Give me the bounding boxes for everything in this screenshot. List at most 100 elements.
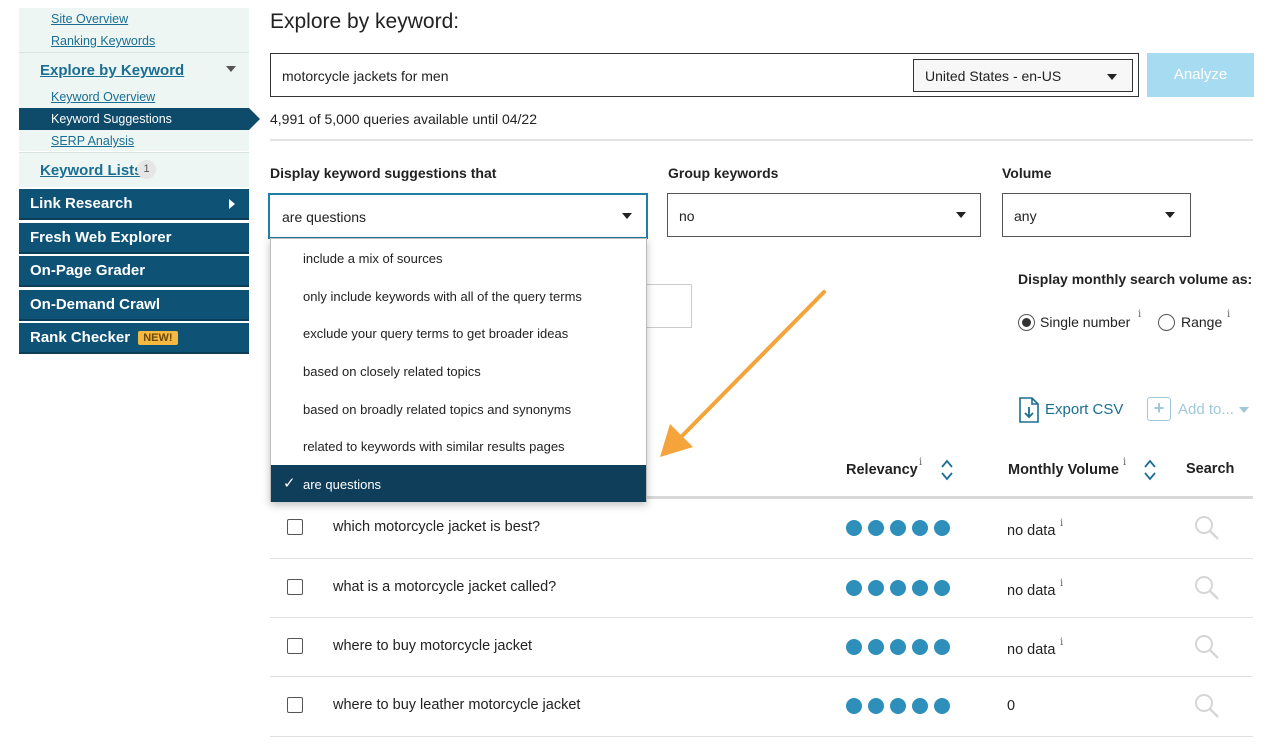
analyze-button[interactable]: Analyze [1147,53,1254,97]
monthly-volume-value: no data [1007,523,1056,539]
menu-item-closely-related[interactable]: based on closely related topics [271,352,646,389]
row-checkbox[interactable] [287,579,303,595]
sidebar-item-ranking-keywords[interactable]: Ranking Keywords [19,30,249,52]
keyword-search-value[interactable]: motorcycle jackets for men [282,68,449,84]
plus-icon: + [1147,397,1171,421]
table-row: which motorcycle jacket is best? no data… [270,498,1253,557]
relevancy-dot [912,580,928,596]
monthly-volume-header[interactable]: Monthly Volume [1008,462,1119,478]
sidebar-link-explore-by-keyword[interactable]: Explore by Keyword [40,62,184,79]
display-suggestions-select[interactable]: are questions [268,193,648,239]
nav-on-page-grader-label: On-Page Grader [30,262,146,279]
range-radio[interactable] [1158,314,1175,331]
menu-item-all-query-terms[interactable]: only include keywords with all of the qu… [271,277,646,314]
sort-icon[interactable] [940,459,954,481]
sidebar-item-keyword-suggestions[interactable]: Keyword Suggestions [19,108,260,130]
menu-item-broader-ideas[interactable]: exclude your query terms to get broader … [271,314,646,351]
chevron-down-icon [1239,407,1249,413]
nav-link-research[interactable]: Link Research [19,189,249,220]
relevancy-dot [912,639,928,655]
single-number-radio[interactable] [1018,314,1035,331]
nav-on-page-grader[interactable]: On-Page Grader [19,256,249,287]
menu-item-mix-of-sources[interactable]: include a mix of sources [271,239,646,276]
keyword-search-input[interactable]: motorcycle jackets for men United States… [270,53,1139,97]
row-checkbox[interactable] [287,697,303,713]
volume-select[interactable]: any [1002,193,1191,237]
sidebar-link-keyword-lists[interactable]: Keyword Lists [40,162,143,179]
nav-fresh-web-explorer-label: Fresh Web Explorer [30,229,172,246]
sidebar-link-site-overview[interactable]: Site Overview [51,12,128,26]
row-checkbox[interactable] [287,519,303,535]
keyword-text: which motorcycle jacket is best? [333,519,541,535]
menu-item-label: include a mix of sources [303,251,443,266]
sidebar-section-explore-by-keyword[interactable]: Explore by Keyword [19,52,249,86]
monthly-volume-value: no data [1007,583,1056,599]
info-icon[interactable]: i [1227,309,1230,320]
relevancy-dot [846,580,862,596]
nav-fresh-web-explorer[interactable]: Fresh Web Explorer [19,223,249,254]
export-csv-label: Export CSV [1045,401,1124,418]
group-keywords-select[interactable]: no [667,193,981,237]
relevancy-dot [890,580,906,596]
search-icon[interactable] [1194,515,1220,541]
relevancy-dot [868,580,884,596]
chevron-down-icon [622,213,632,219]
relevancy-header[interactable]: Relevancy [846,462,918,478]
info-icon[interactable]: i [1060,578,1063,589]
new-badge: NEW! [138,331,178,345]
sidebar-link-ranking-keywords[interactable]: Ranking Keywords [51,34,155,48]
single-number-label[interactable]: Single number [1040,314,1130,330]
nav-rank-checker[interactable]: Rank Checker NEW! [19,323,249,354]
info-icon[interactable]: i [1060,518,1063,529]
sidebar-item-serp-analysis[interactable]: SERP Analysis [19,130,249,151]
chevron-right-icon [229,199,235,209]
sidebar-link-keyword-suggestions[interactable]: Keyword Suggestions [51,112,172,126]
sidebar-section-keyword-lists[interactable]: Keyword Lists 1 [19,152,249,187]
display-suggestions-label: Display keyword suggestions that [270,165,497,181]
nav-on-demand-crawl[interactable]: On-Demand Crawl [19,290,249,321]
sort-icon[interactable] [1143,459,1157,481]
nav-rank-checker-label: Rank Checker [30,329,131,346]
keyword-text: what is a motorcycle jacket called? [333,579,557,595]
relevancy-dot [890,639,906,655]
filter-input[interactable] [640,284,692,328]
search-icon[interactable] [1194,693,1220,719]
info-icon[interactable]: i [919,457,922,468]
display-suggestions-menu: include a mix of sources only include ke… [270,238,647,502]
monthly-volume-display-label: Display monthly search volume as: [1018,271,1253,287]
query-quota-text: 4,991 of 5,000 queries available until 0… [270,111,537,127]
relevancy-dot [868,698,884,714]
info-icon[interactable]: i [1123,457,1126,468]
relevancy-dot [934,698,950,714]
sidebar-item-site-overview[interactable]: Site Overview [19,8,249,30]
info-icon[interactable]: i [1060,637,1063,648]
relevancy-dot [934,639,950,655]
monthly-volume-value: no data [1007,642,1056,658]
relevancy-dots [846,520,956,536]
info-icon[interactable]: i [1138,309,1141,320]
sidebar-item-keyword-overview[interactable]: Keyword Overview [19,86,249,108]
locale-select[interactable]: United States - en-US [913,59,1133,92]
menu-item-are-questions[interactable]: ✓ are questions [271,465,646,502]
divider [270,139,1253,141]
menu-item-similar-results[interactable]: related to keywords with similar results… [271,427,646,464]
nav-link-research-label: Link Research [30,195,133,212]
relevancy-dot [912,698,928,714]
search-header: Search [1186,461,1235,477]
search-icon[interactable] [1194,575,1220,601]
relevancy-dot [846,639,862,655]
relevancy-dots [846,580,956,596]
chevron-down-icon[interactable] [226,66,236,72]
sidebar-link-keyword-overview[interactable]: Keyword Overview [51,90,155,104]
sidebar-link-serp-analysis[interactable]: SERP Analysis [51,134,134,148]
chevron-down-icon [1165,212,1175,218]
range-label[interactable]: Range [1181,314,1222,330]
page-title: Explore by keyword: [270,10,460,33]
row-checkbox[interactable] [287,638,303,654]
relevancy-dot [868,639,884,655]
search-icon[interactable] [1194,634,1220,660]
menu-item-broadly-related[interactable]: based on broadly related topics and syno… [271,390,646,427]
nav-on-demand-crawl-label: On-Demand Crawl [30,296,161,313]
volume-label: Volume [1002,165,1052,181]
menu-item-label: only include keywords with all of the qu… [303,289,582,304]
